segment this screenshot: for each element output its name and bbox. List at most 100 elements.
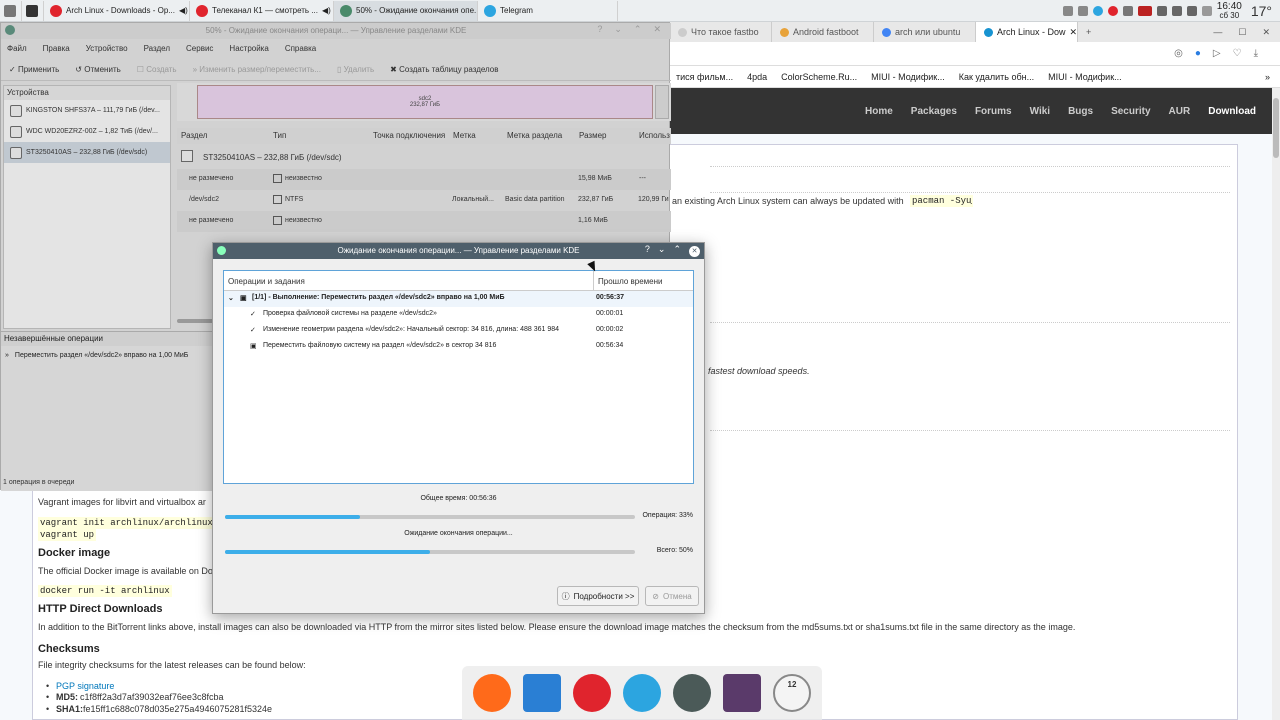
col-elapsed[interactable]: Прошло времени (598, 277, 662, 286)
disk-row[interactable]: ST3250410AS – 232,88 ГиБ (/dev/sdc) (177, 147, 671, 168)
more-bookmarks-icon[interactable]: » (1265, 72, 1270, 82)
minimize-icon[interactable]: ⌄ (614, 24, 622, 35)
collapse-icon[interactable]: ⌄ (228, 294, 234, 302)
bluetooth-icon[interactable] (1156, 6, 1167, 16)
clipboard-icon[interactable] (1122, 6, 1133, 16)
menu-tools[interactable]: Сервис (186, 44, 213, 53)
app-menu-button[interactable] (0, 0, 22, 21)
scrollbar-thumb[interactable] (1273, 98, 1279, 158)
clock-icon[interactable]: 12 (773, 674, 811, 712)
opera-tray-icon[interactable] (1107, 6, 1118, 16)
send-icon[interactable]: ▷ (1213, 48, 1221, 59)
col-operations[interactable]: Операции и задания (228, 277, 305, 286)
nav-home[interactable]: Home (865, 106, 893, 117)
menu-file[interactable]: Файл (7, 44, 27, 53)
menu-help[interactable]: Справка (285, 44, 316, 53)
nav-forums[interactable]: Forums (975, 106, 1012, 117)
bookmark[interactable]: ColorScheme.Ru... (781, 72, 857, 82)
partition-manager-icon[interactable] (673, 674, 711, 712)
help-icon[interactable]: ? (597, 24, 602, 35)
maximize-icon[interactable]: ⌃ (673, 244, 681, 257)
close-icon[interactable]: ✕ (1262, 27, 1270, 38)
col-partlabel[interactable]: Метка раздела (507, 131, 562, 140)
col-partition[interactable]: Раздел (181, 131, 207, 140)
camera-icon[interactable]: ◎ (1174, 48, 1183, 59)
alarm-icon[interactable] (1077, 6, 1088, 16)
browser-address-bar[interactable]: ◎ ● ▷ ♡ ⤓ (670, 42, 1280, 66)
nav-wiki[interactable]: Wiki (1030, 106, 1050, 117)
menu-settings[interactable]: Настройка (229, 44, 268, 53)
nav-aur[interactable]: AUR (1169, 106, 1191, 117)
col-label[interactable]: Метка (453, 131, 476, 140)
undo-button[interactable]: ↺ Отменить (75, 65, 121, 74)
col-mount[interactable]: Точка подключения (373, 131, 445, 140)
minimize-icon[interactable]: ⌄ (658, 244, 666, 257)
delete-button[interactable]: ▯ Удалить (337, 65, 374, 74)
screenshot-icon[interactable] (723, 674, 761, 712)
menu-edit[interactable]: Правка (43, 44, 70, 53)
maximize-icon[interactable]: ⌃ (634, 24, 642, 35)
nav-bugs[interactable]: Bugs (1068, 106, 1093, 117)
browser-tab[interactable]: arch или ubuntu (874, 22, 976, 42)
pgp-link[interactable]: PGP signature (56, 681, 114, 691)
help-icon[interactable]: ? (645, 244, 650, 257)
resize-move-button[interactable]: » Изменить размер/переместить... (193, 65, 321, 74)
cancel-button[interactable]: ⊘ Отмена (645, 586, 699, 606)
speaker-icon[interactable] (1062, 6, 1073, 16)
shield-icon[interactable]: ● (1195, 48, 1201, 59)
table-row[interactable]: не размечено неизвестно 1,16 МиБ (177, 211, 671, 232)
unallocated-block[interactable] (655, 85, 669, 119)
keyboard-layout-flag-icon[interactable] (1137, 6, 1152, 16)
bookmark[interactable]: 4pda (747, 72, 767, 82)
bookmark[interactable]: MIUI - Модифик... (1048, 72, 1122, 82)
clock[interactable]: 16:40 сб 30 (1217, 2, 1242, 21)
download-icon[interactable]: ⤓ (1254, 48, 1258, 59)
page-scrollbar[interactable] (1272, 88, 1280, 720)
bookmark[interactable]: MIUI - Модифик... (871, 72, 945, 82)
battery-icon[interactable] (1171, 6, 1182, 16)
nav-packages[interactable]: Packages (911, 106, 957, 117)
network-icon[interactable] (1186, 6, 1197, 16)
terminal-launcher[interactable] (22, 0, 44, 21)
telegram-tray-icon[interactable] (1092, 6, 1103, 16)
new-tab-button[interactable]: + (1078, 22, 1102, 42)
menu-device[interactable]: Устройство (86, 44, 128, 53)
col-type[interactable]: Тип (273, 131, 286, 140)
browser-tab[interactable]: Android fastboot (772, 22, 874, 42)
menu-partition[interactable]: Раздел (144, 44, 170, 53)
nav-download[interactable]: Download (1208, 106, 1256, 117)
table-row[interactable]: не размечено неизвестно 15,98 МиБ --- (177, 169, 671, 190)
opera-icon[interactable] (573, 674, 611, 712)
tree-row-task[interactable]: ▣ Переместить файловую систему на раздел … (224, 339, 693, 355)
tree-row-task[interactable]: ✓ Проверка файловой системы на разделе «/… (224, 307, 693, 323)
maximize-icon[interactable]: ☐ (1238, 27, 1246, 38)
bookmark[interactable]: Как удалить обн... (959, 72, 1034, 82)
tree-row-task[interactable]: ✓ Изменение геометрии раздела «/dev/sdc2»… (224, 323, 693, 339)
file-manager-icon[interactable] (523, 674, 561, 712)
create-partition-table-button[interactable]: ✖ Создать таблицу разделов (390, 65, 498, 74)
device-item-selected[interactable]: ST3250410AS – 232,88 ГиБ (/dev/sdc) (4, 142, 170, 163)
expand-tray-icon[interactable] (1201, 6, 1212, 16)
details-button[interactable]: ⓘ Подробности >> (557, 586, 639, 606)
task-partition-manager[interactable]: 50% - Ожидание окончания опе... (334, 0, 478, 21)
browser-tab-active[interactable]: Arch Linux - Dow ✕ (976, 22, 1078, 42)
task-opera-k1[interactable]: Телеканал К1 — смотреть ... ◀) (190, 0, 334, 21)
device-item[interactable]: WDC WD20EZRZ-00Z – 1,82 ТиБ (/dev/... (4, 121, 170, 142)
bookmark[interactable]: тися фильм... (676, 72, 733, 82)
firefox-icon[interactable] (473, 674, 511, 712)
nav-security[interactable]: Security (1111, 106, 1150, 117)
device-item[interactable]: KINGSTON SHFS37A – 111,79 ГиБ (/dev... (4, 100, 170, 121)
weather-temperature[interactable]: 17° (1251, 3, 1272, 19)
tree-row-job[interactable]: ⌄ ▣ [1/1] - Выполнение: Переместить раздел… (224, 291, 693, 307)
close-icon[interactable]: ✕ (653, 24, 661, 35)
horizontal-scrollbar[interactable] (177, 319, 217, 323)
col-size[interactable]: Размер (579, 131, 607, 140)
close-icon[interactable]: ✕ (1070, 27, 1077, 38)
task-telegram[interactable]: Telegram (478, 0, 618, 21)
minimize-icon[interactable]: — (1213, 27, 1222, 38)
create-button[interactable]: ☐ Создать (137, 65, 177, 74)
telegram-icon[interactable] (623, 674, 661, 712)
col-used[interactable]: Использ (639, 131, 670, 140)
task-opera-arch[interactable]: Arch Linux - Downloads - Op... ◀) (44, 0, 190, 21)
browser-tab[interactable]: Что такое fastbo (670, 22, 772, 42)
